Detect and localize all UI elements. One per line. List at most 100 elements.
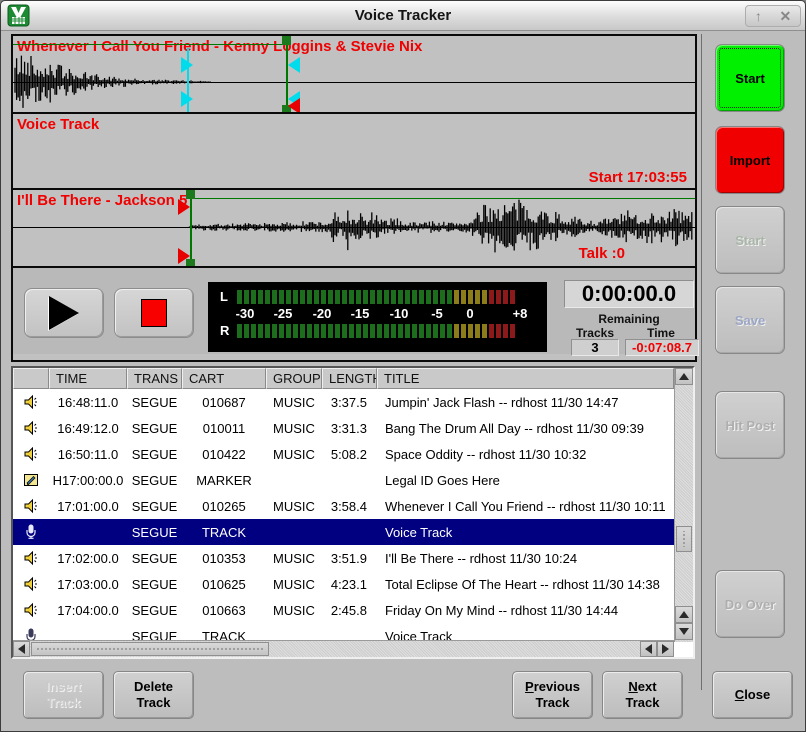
talk-marker-handle[interactable] <box>178 199 190 215</box>
cell-title: Jumpin' Jack Flash -- rdhost 11/30 14:47 <box>377 395 674 410</box>
fade-marker-handle[interactable] <box>181 91 193 107</box>
column-header-group[interactable]: GROUP <box>266 368 322 389</box>
titlebar[interactable]: Voice Tracker ↑ ✕ <box>1 1 805 31</box>
previous-track-label: Whenever I Call You Friend - Kenny Loggi… <box>17 38 422 55</box>
scroll-up-button[interactable] <box>675 368 693 385</box>
meter-segment <box>454 290 459 304</box>
meter-segment <box>349 290 354 304</box>
insert-track-button[interactable]: InsertTrack <box>23 671 104 719</box>
previous-track-waveform-panel[interactable]: Whenever I Call You Friend - Kenny Loggi… <box>13 36 695 114</box>
segue-marker-handle[interactable] <box>282 36 291 45</box>
cell-cart: TRACK <box>182 525 266 540</box>
window-controls: ↑ ✕ <box>745 5 801 27</box>
start-time-label: Start 17:03:55 <box>589 169 687 186</box>
column-header-trans[interactable]: TRANS <box>127 368 182 389</box>
cell-trans: SEGUE <box>127 603 182 618</box>
scroll-up-button-2[interactable] <box>675 606 693 623</box>
meter-segment <box>398 324 403 338</box>
start-marker-handle[interactable] <box>186 190 195 199</box>
column-header-title[interactable]: TITLE <box>377 368 674 389</box>
cell-trans: SEGUE <box>127 577 182 592</box>
scroll-left-button-2[interactable] <box>640 641 657 657</box>
marker-icon <box>13 472 49 488</box>
cell-title: Whenever I Call You Friend -- rdhost 11/… <box>377 499 674 514</box>
cell-cart: 010265 <box>182 499 266 514</box>
cell-time: 16:49:12.0 <box>49 421 127 436</box>
meter-segment <box>447 324 452 338</box>
speaker-icon <box>13 498 49 514</box>
meter-segment <box>356 324 361 338</box>
save-button[interactable]: Save <box>715 286 785 354</box>
vertical-scrollbar[interactable] <box>674 368 693 642</box>
maximize-icon[interactable]: ↑ <box>755 9 762 23</box>
meter-segment <box>370 324 375 338</box>
close-icon[interactable]: ✕ <box>779 9 791 23</box>
do-over-button[interactable]: Do Over <box>715 570 785 638</box>
cell-length: 3:51.9 <box>322 551 377 566</box>
log-table-header[interactable]: TIMETRANSCARTGROUPLENGTHTITLE <box>13 368 693 389</box>
meter-segment <box>433 324 438 338</box>
hit-post-button[interactable]: Hit Post <box>715 391 785 459</box>
import-button[interactable]: Import <box>715 126 785 194</box>
meter-segment <box>440 290 445 304</box>
scroll-right-button[interactable] <box>657 641 674 657</box>
meter-segment <box>391 324 396 338</box>
play-icon <box>49 296 79 330</box>
next-track-waveform-panel[interactable]: I'll Be There - Jackson 5 Talk :0 <box>13 190 695 268</box>
cell-cart: MARKER <box>182 473 266 488</box>
column-header-length[interactable]: LENGTH <box>322 368 377 389</box>
log-row-7[interactable]: 17:02:00.0SEGUE010353MUSIC3:51.9I'll Be … <box>13 545 693 571</box>
end-marker-handle[interactable] <box>288 98 300 114</box>
log-row-8[interactable]: 17:03:00.0SEGUE010625MUSIC4:23.1Total Ec… <box>13 571 693 597</box>
column-header-icon[interactable] <box>13 368 49 389</box>
previous-track-button[interactable]: PreviousTrack <box>512 671 593 719</box>
button-label: Save <box>735 313 765 328</box>
voice-track-panel[interactable]: Voice Track Start 17:03:55 <box>13 114 695 190</box>
cell-length: 4:23.1 <box>322 577 377 592</box>
log-row-3[interactable]: 16:50:11.0SEGUE010422MUSIC5:08.2Space Od… <box>13 441 693 467</box>
cell-length: 3:37.5 <box>322 395 377 410</box>
meter-segment <box>237 290 242 304</box>
fade-marker-handle[interactable] <box>181 57 193 73</box>
log-row-4[interactable]: H17:00:00.0SEGUEMARKERLegal ID Goes Here <box>13 467 693 493</box>
speaker-icon <box>13 446 49 462</box>
log-row-2[interactable]: 16:49:12.0SEGUE010011MUSIC3:31.3Bang The… <box>13 415 693 441</box>
transport-bar: L -30-25-20-15-10-50+8 R 0:00:00.0 Remai… <box>13 268 695 354</box>
horizontal-scroll-thumb[interactable] <box>31 642 269 656</box>
log-row-1[interactable]: 16:48:11.0SEGUE010687MUSIC3:37.5Jumpin' … <box>13 389 693 415</box>
meter-segment <box>370 290 375 304</box>
meter-segment <box>265 324 270 338</box>
start-level-line <box>190 198 695 199</box>
meter-segment <box>412 290 417 304</box>
meter-scale-label: -25 <box>274 306 293 321</box>
talk-marker-handle[interactable] <box>178 248 190 264</box>
arrow-right-icon <box>662 644 669 654</box>
fade-end-handle[interactable] <box>288 57 300 73</box>
vertical-separator <box>701 34 702 690</box>
vertical-scroll-thumb[interactable] <box>676 526 692 552</box>
window-title: Voice Tracker <box>1 7 805 24</box>
scroll-down-button[interactable] <box>675 623 693 640</box>
meter-segment <box>412 324 417 338</box>
horizontal-scrollbar[interactable] <box>13 640 674 657</box>
log-row-9[interactable]: 17:04:00.0SEGUE010663MUSIC2:45.8Friday O… <box>13 597 693 623</box>
log-row-6-selected[interactable]: SEGUETRACKVoice Track <box>13 519 693 545</box>
meter-segment <box>293 324 298 338</box>
close-button[interactable]: Close <box>712 671 793 719</box>
stop-button[interactable] <box>114 288 194 338</box>
voice-track-label: Voice Track <box>17 116 99 133</box>
speaker-icon <box>13 576 49 592</box>
meter-segment <box>510 324 515 338</box>
meter-scale-label: +8 <box>513 306 528 321</box>
meter-segment <box>272 290 277 304</box>
column-header-cart[interactable]: CART <box>182 368 266 389</box>
record-start-button[interactable]: Start <box>715 44 785 112</box>
column-header-time[interactable]: TIME <box>49 368 127 389</box>
play-button[interactable] <box>24 288 104 338</box>
delete-track-button[interactable]: DeleteTrack <box>113 671 194 719</box>
next-track-button[interactable]: NextTrack <box>602 671 683 719</box>
meter-segment <box>482 290 487 304</box>
log-row-5[interactable]: 17:01:00.0SEGUE010265MUSIC3:58.4Whenever… <box>13 493 693 519</box>
scroll-left-button[interactable] <box>13 641 30 657</box>
play-start-button[interactable]: Start <box>715 206 785 274</box>
